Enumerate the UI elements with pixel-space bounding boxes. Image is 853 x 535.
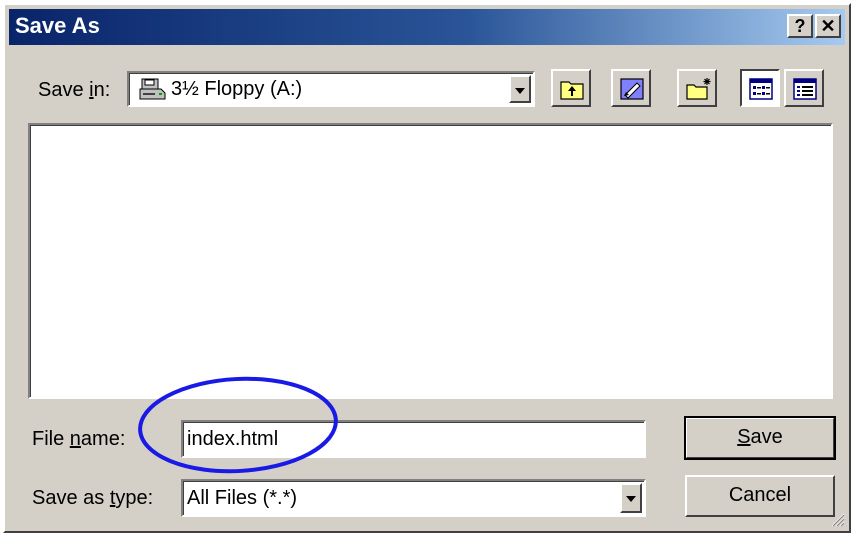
save-in-dropdown-button[interactable] [509, 75, 531, 103]
details-view-button[interactable] [784, 69, 824, 107]
file-list[interactable] [28, 123, 833, 399]
cancel-button[interactable]: Cancel [685, 475, 835, 517]
help-button[interactable]: ? [787, 14, 813, 38]
up-one-level-button[interactable] [551, 69, 591, 107]
save-in-value: 3½ Floppy (A:) [171, 78, 303, 100]
highlight-ellipse [138, 376, 338, 474]
save-in-combobox[interactable]: 3½ Floppy (A:) [127, 71, 535, 107]
close-button[interactable]: ✕ [815, 14, 841, 38]
resize-grip-icon[interactable] [829, 511, 845, 527]
save-in-label: Save in: [38, 79, 111, 101]
save-as-type-combobox[interactable]: All Files (*.*) [181, 479, 646, 517]
create-new-folder-button[interactable] [677, 69, 717, 107]
save-as-type-label: Save as type: [32, 487, 154, 509]
title-bar[interactable]: Save As ? ✕ [9, 9, 845, 45]
save-button[interactable]: Save [684, 416, 836, 460]
list-view-button[interactable] [740, 69, 780, 107]
floppy-drive-icon [139, 77, 167, 106]
window-title: Save As [15, 13, 100, 38]
save-as-type-dropdown-button[interactable] [620, 483, 642, 513]
file-name-label: File name: [32, 428, 126, 450]
save-as-type-value: All Files (*.*) [187, 487, 298, 509]
desktop-button[interactable] [611, 69, 651, 107]
